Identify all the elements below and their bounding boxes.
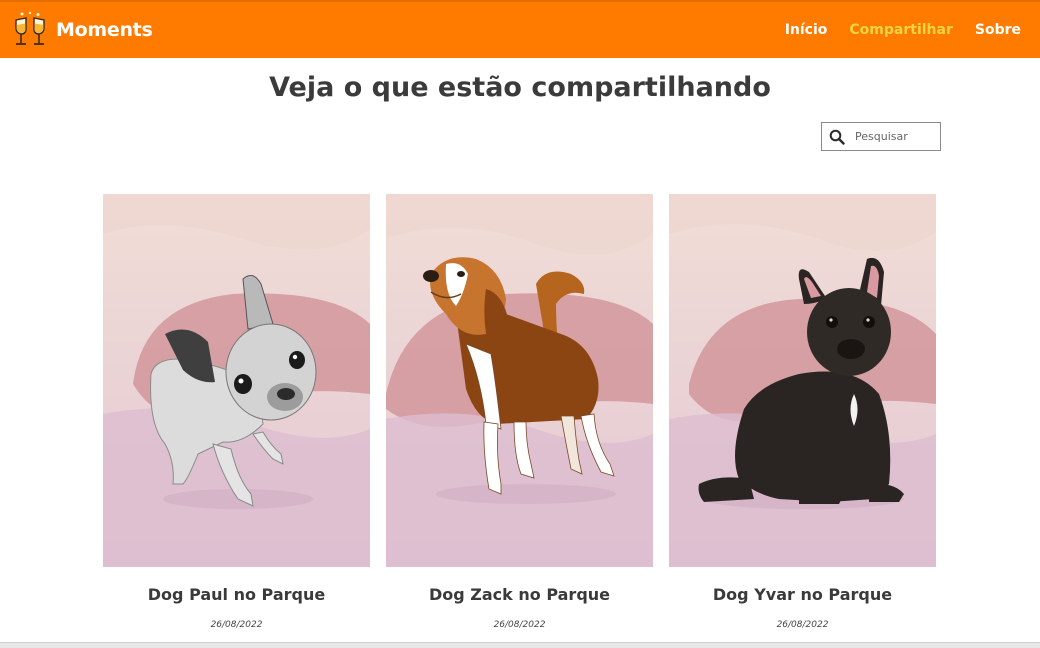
moment-image-beagle[interactable] xyxy=(386,194,653,567)
moment-title[interactable]: Dog Zack no Parque xyxy=(386,585,653,604)
search-icon xyxy=(829,129,845,145)
moment-date: 26/08/2022 xyxy=(493,620,546,630)
moment-image-grey-bulldog[interactable] xyxy=(103,194,370,567)
navbar: Moments Início Compartilhar Sobre xyxy=(0,0,1040,58)
toasting-glasses-icon xyxy=(15,11,45,45)
moment-card[interactable]: Dog Paul no Parque 26/08/2022 xyxy=(103,194,370,630)
moment-date: 26/08/2022 xyxy=(776,620,829,630)
nav-link-inicio[interactable]: Início xyxy=(785,22,828,38)
taskbar-edge xyxy=(0,642,1040,648)
nav-link-sobre[interactable]: Sobre xyxy=(975,22,1021,38)
moment-title[interactable]: Dog Yvar no Parque xyxy=(669,585,936,604)
nav-link-compartilhar[interactable]: Compartilhar xyxy=(849,22,952,38)
brand-name: Moments xyxy=(56,19,153,41)
moment-title[interactable]: Dog Paul no Parque xyxy=(103,585,370,604)
main-nav: Início Compartilhar Sobre xyxy=(785,2,1040,58)
moment-image-black-bulldog[interactable] xyxy=(669,194,936,567)
moment-card[interactable]: Dog Zack no Parque 26/08/2022 xyxy=(386,194,653,630)
page-title: Veja o que estão compartilhando xyxy=(269,72,771,103)
search-box[interactable] xyxy=(821,122,941,151)
brand-link[interactable]: Moments xyxy=(12,11,153,49)
moment-card[interactable]: Dog Yvar no Parque 26/08/2022 xyxy=(669,194,936,630)
search-input[interactable] xyxy=(855,130,937,143)
moment-date: 26/08/2022 xyxy=(210,620,263,630)
